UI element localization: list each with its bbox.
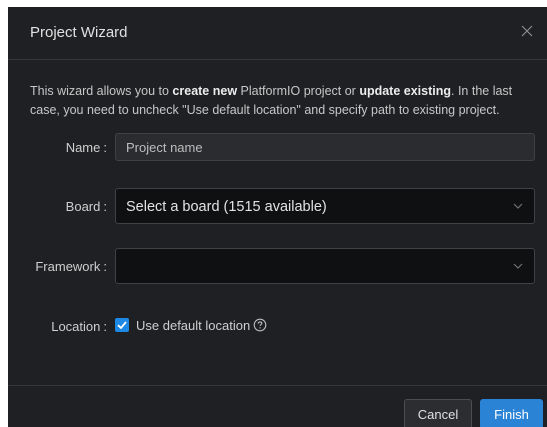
use-default-location-label[interactable]: Use default location (136, 318, 250, 333)
label-colon: : (103, 259, 107, 274)
dialog-title: Project Wizard (30, 24, 128, 41)
dialog-footer: Cancel Finish (8, 385, 547, 427)
use-default-location-checkbox[interactable] (115, 318, 129, 332)
label-colon: : (103, 199, 107, 214)
location-label-text: Location (51, 319, 101, 334)
project-name-input[interactable] (115, 133, 535, 161)
check-icon (117, 321, 127, 330)
location-label: Location: (51, 319, 107, 334)
intro-text-part: PlatformIO project or (237, 84, 360, 98)
chevron-down-icon (513, 203, 523, 209)
label-colon: : (103, 319, 107, 334)
project-wizard-dialog: Project Wizard This wizard allows you to… (8, 7, 547, 427)
name-label: Name: (66, 140, 107, 155)
intro-text: This wizard allows you to create new Pla… (30, 82, 535, 120)
intro-text-bold: create new (172, 84, 238, 98)
board-select[interactable]: Select a board (1515 available) (115, 188, 535, 224)
finish-button[interactable]: Finish (480, 399, 543, 427)
dialog-header: Project Wizard (8, 7, 547, 60)
chevron-down-icon (513, 263, 523, 269)
intro-text-part: This wizard allows you to (30, 84, 173, 98)
framework-select[interactable] (115, 248, 535, 284)
framework-label-text: Framework (35, 259, 101, 274)
close-icon (521, 25, 533, 37)
name-label-text: Name (65, 140, 101, 155)
close-button[interactable] (515, 19, 539, 43)
board-label-text: Board (65, 199, 101, 214)
board-label: Board: (66, 199, 107, 214)
help-circle-icon[interactable] (253, 318, 267, 332)
board-select-value: Select a board (1515 available) (126, 199, 327, 215)
label-colon: : (103, 140, 107, 155)
framework-label: Framework: (35, 259, 107, 274)
intro-text-bold: update existing (359, 84, 451, 98)
cancel-button[interactable]: Cancel (404, 399, 472, 427)
